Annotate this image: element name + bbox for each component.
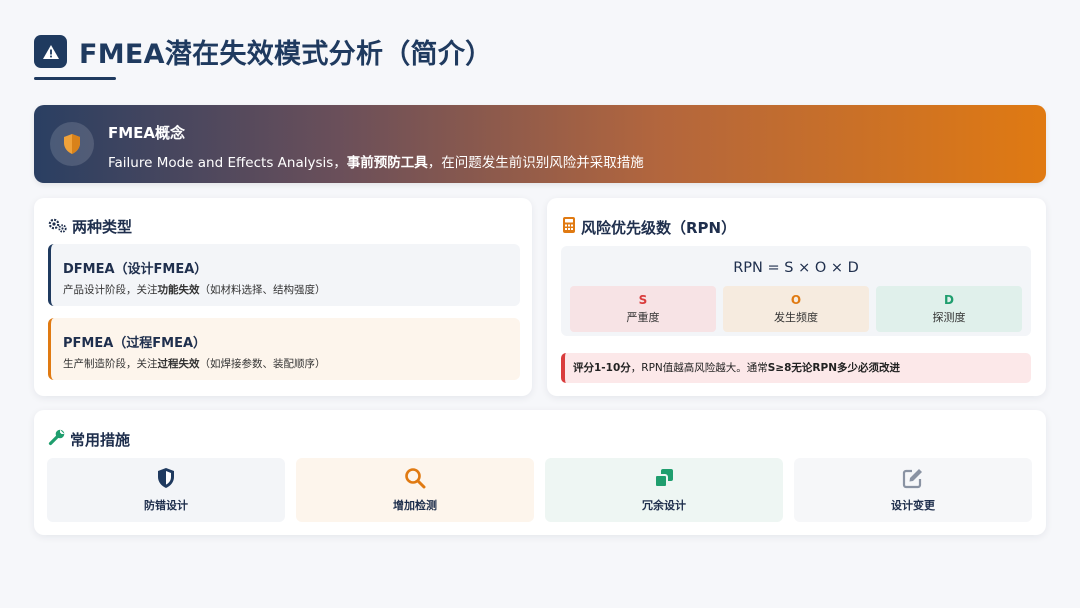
page-header: FMEA潜在失效模式分析（简介） xyxy=(34,32,493,80)
factor-severity: S 严重度 xyxy=(570,286,716,332)
warning-icon xyxy=(34,35,67,68)
title-underline xyxy=(34,77,116,80)
edit-icon xyxy=(794,467,1032,489)
factor-letter: S xyxy=(638,293,648,307)
concept-banner: FMEA概念 Failure Mode and Effects Analysis… xyxy=(34,105,1046,183)
measure-label: 防错设计 xyxy=(144,499,188,512)
type-title: DFMEA（设计FMEA） xyxy=(63,262,208,277)
wrench-icon xyxy=(48,428,70,450)
rpn-note: 评分1-10分，RPN值越高风险越大。通常S≥8无论RPN多少必须改进 xyxy=(561,353,1031,383)
measure-error-proofing: 防错设计 xyxy=(47,458,285,522)
type-title: PFMEA（过程FMEA） xyxy=(63,336,207,351)
measure-label: 冗余设计 xyxy=(642,499,686,512)
factor-name: 发生频度 xyxy=(774,311,818,324)
measures-card: 常用措施 防错设计 增加检测 冗余设计 设计变更 xyxy=(34,410,1046,535)
copy-icon xyxy=(545,467,783,489)
measure-label: 增加检测 xyxy=(393,499,437,512)
type-description: 生产制造阶段，关注过程失效（如焊接参数、装配顺序） xyxy=(63,358,326,370)
types-card: 两种类型 DFMEA（设计FMEA） 产品设计阶段，关注功能失效（如材料选择、结… xyxy=(34,198,532,396)
search-icon xyxy=(296,467,534,489)
calculator-icon xyxy=(561,216,581,238)
types-title: 两种类型 xyxy=(48,216,132,237)
rpn-formula: RPN = S × O × D xyxy=(733,260,859,276)
measures-title: 常用措施 xyxy=(48,428,130,450)
measure-add-inspection: 增加检测 xyxy=(296,458,534,522)
factor-detection: D 探测度 xyxy=(876,286,1022,332)
factor-letter: O xyxy=(790,293,802,307)
shield-icon xyxy=(50,122,94,166)
factor-letter: D xyxy=(944,293,954,307)
measure-label: 设计变更 xyxy=(891,499,935,512)
banner-description: Failure Mode and Effects Analysis，事前预防工具… xyxy=(108,155,644,171)
measure-redundancy: 冗余设计 xyxy=(545,458,783,522)
page-title: FMEA潜在失效模式分析（简介） xyxy=(79,39,493,70)
gears-icon xyxy=(48,217,72,237)
factor-name: 探测度 xyxy=(932,311,966,324)
type-description: 产品设计阶段，关注功能失效（如材料选择、结构强度） xyxy=(63,284,326,296)
shield-icon xyxy=(47,467,285,489)
type-item-pfmea: PFMEA（过程FMEA） 生产制造阶段，关注过程失效（如焊接参数、装配顺序） xyxy=(48,318,520,380)
rpn-formula-box: RPN = S × O × D S 严重度 O 发生频度 D 探测度 xyxy=(561,246,1031,336)
rpn-card: 风险优先级数（RPN） RPN = S × O × D S 严重度 O 发生频度… xyxy=(547,198,1046,396)
rpn-title: 风险优先级数（RPN） xyxy=(561,216,736,238)
measure-design-change: 设计变更 xyxy=(794,458,1032,522)
banner-title: FMEA概念 xyxy=(108,124,186,142)
factor-name: 严重度 xyxy=(626,311,660,324)
type-item-dfmea: DFMEA（设计FMEA） 产品设计阶段，关注功能失效（如材料选择、结构强度） xyxy=(48,244,520,306)
factor-occurrence: O 发生频度 xyxy=(723,286,869,332)
